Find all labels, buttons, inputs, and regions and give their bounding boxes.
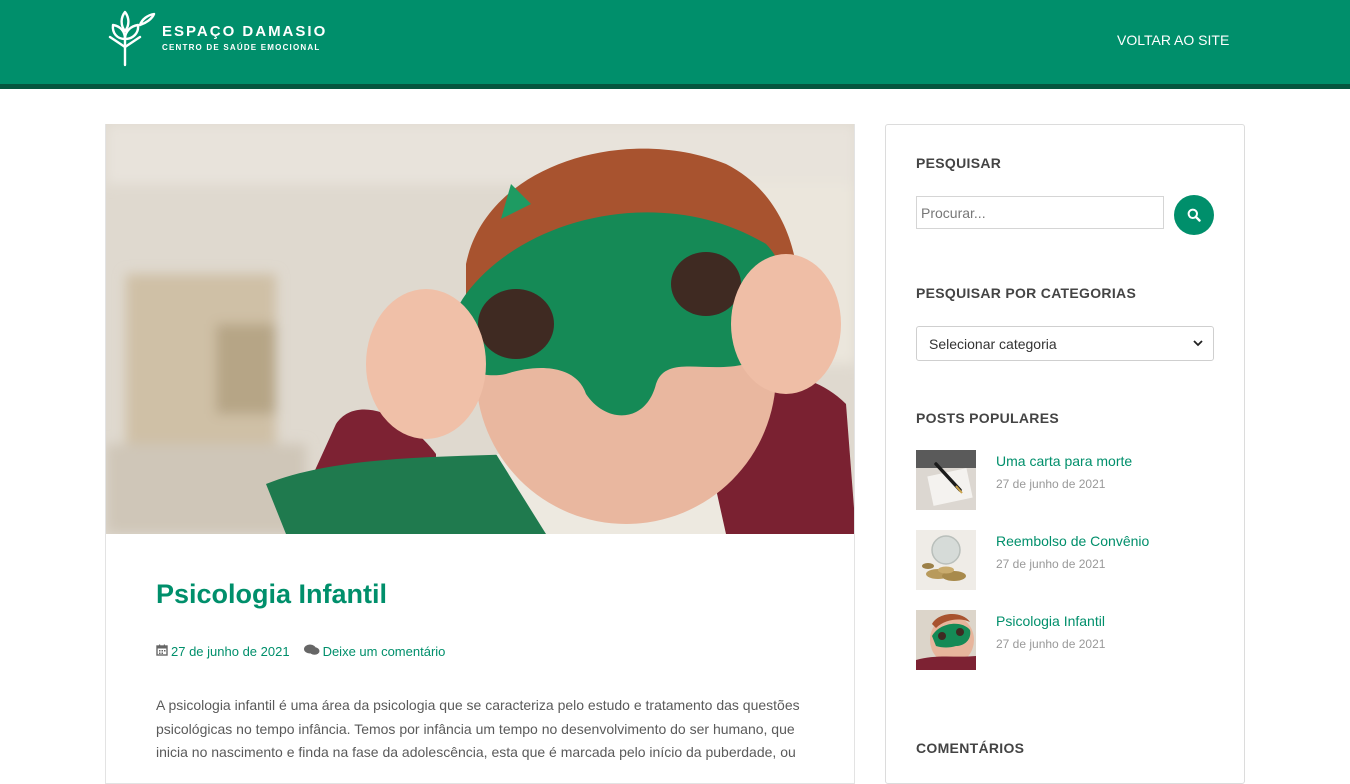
post-excerpt: A psicologia infantil é uma área da psic… xyxy=(156,697,800,760)
site-logo[interactable]: ESPAÇO DAMASIO CENTRO DE SAÚDE EMOCIONAL xyxy=(108,8,338,68)
category-select[interactable]: Selecionar categoria xyxy=(916,326,1214,361)
popular-post-item: Reembolso de Convênio 27 de junho de 202… xyxy=(916,530,1216,590)
popular-post-item: Uma carta para morte 27 de junho de 2021 xyxy=(916,450,1216,510)
site-header: ESPAÇO DAMASIO CENTRO DE SAÚDE EMOCIONAL… xyxy=(0,0,1350,89)
search-button[interactable] xyxy=(1174,195,1214,235)
comments-widget-title: COMENTÁRIOS xyxy=(916,740,1025,756)
chevron-down-icon xyxy=(1193,340,1203,347)
leaf-logo-icon xyxy=(108,10,156,67)
categories-widget-title: PESQUISAR POR CATEGORIAS xyxy=(916,285,1137,301)
popular-post-link[interactable]: Uma carta para morte xyxy=(996,453,1132,469)
popular-post-date: 27 de junho de 2021 xyxy=(996,477,1106,491)
post-card: Psicologia Infantil 27 de junho de 2021 … xyxy=(105,124,855,784)
comments-icon xyxy=(303,644,320,659)
popular-post-thumbnail[interactable] xyxy=(916,610,976,670)
popular-post-link[interactable]: Reembolso de Convênio xyxy=(996,533,1149,549)
logo-title: ESPAÇO DAMASIO xyxy=(162,23,328,40)
post-meta: 27 de junho de 2021 Deixe um comentário xyxy=(156,644,445,659)
post-title[interactable]: Psicologia Infantil xyxy=(156,579,387,610)
child-green-mask-photo xyxy=(106,124,854,534)
category-select-value: Selecionar categoria xyxy=(929,335,1057,352)
leave-comment-link[interactable]: Deixe um comentário xyxy=(323,644,446,659)
popular-post-item: Psicologia Infantil 27 de junho de 2021 xyxy=(916,610,1216,670)
popular-post-thumbnail[interactable] xyxy=(916,450,976,510)
calendar-icon xyxy=(156,644,168,659)
sidebar: PESQUISAR PESQUISAR POR CATEGORIAS Selec… xyxy=(885,124,1245,784)
post-featured-image[interactable] xyxy=(106,124,854,534)
popular-posts-title: POSTS POPULARES xyxy=(916,410,1059,426)
popular-post-link[interactable]: Psicologia Infantil xyxy=(996,613,1105,629)
logo-subtitle: CENTRO DE SAÚDE EMOCIONAL xyxy=(162,43,321,52)
search-widget-title: PESQUISAR xyxy=(916,155,1002,171)
back-to-site-link[interactable]: VOLTAR AO SITE xyxy=(1117,32,1229,48)
popular-post-date: 27 de junho de 2021 xyxy=(996,637,1106,651)
search-icon xyxy=(1187,208,1201,222)
popular-post-thumbnail[interactable] xyxy=(916,530,976,590)
post-date-link[interactable]: 27 de junho de 2021 xyxy=(171,644,290,659)
search-input[interactable] xyxy=(916,196,1164,229)
popular-post-date: 27 de junho de 2021 xyxy=(996,557,1106,571)
